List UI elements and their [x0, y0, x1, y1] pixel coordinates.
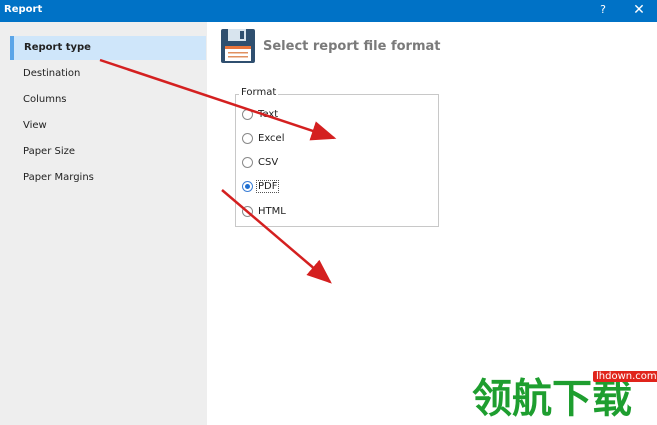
sidebar-item-destination[interactable]: Destination: [10, 62, 206, 86]
floppy-disk-icon: [221, 29, 255, 63]
radio-pdf[interactable]: [242, 180, 253, 192]
radio-label-excel: Excel: [258, 132, 285, 144]
window-title: Report: [4, 4, 43, 15]
format-option-text[interactable]: Text: [242, 106, 279, 122]
radio-text[interactable]: [242, 108, 253, 120]
radio-excel[interactable]: [242, 132, 253, 144]
radio-label-text: Text: [258, 108, 279, 120]
radio-label-csv: CSV: [258, 156, 279, 168]
radio-csv[interactable]: [242, 156, 253, 168]
close-button[interactable]: ✕: [628, 1, 650, 21]
sidebar-item-columns[interactable]: Columns: [10, 88, 206, 112]
watermark-logo-text: 领航下载: [472, 376, 632, 420]
radio-label-pdf: PDF: [255, 179, 280, 193]
watermark-url: lhdown.com: [593, 371, 657, 382]
sidebar-item-view[interactable]: View: [10, 114, 206, 138]
page-title: Select report file format: [263, 39, 441, 54]
report-dialog: Report ? ✕ Report type Destination Colum…: [0, 0, 657, 425]
title-bar: Report ? ✕: [0, 0, 657, 22]
format-option-excel[interactable]: Excel: [242, 130, 286, 146]
sidebar-item-report-type[interactable]: Report type: [10, 36, 206, 60]
format-option-html[interactable]: HTML: [242, 203, 287, 219]
sidebar-item-paper-margins[interactable]: Paper Margins: [10, 166, 206, 190]
radio-html[interactable]: [242, 205, 253, 217]
help-button[interactable]: ?: [592, 1, 614, 21]
format-option-pdf[interactable]: PDF: [242, 178, 280, 194]
sidebar-item-paper-size[interactable]: Paper Size: [10, 140, 206, 164]
format-option-csv[interactable]: CSV: [242, 154, 279, 170]
format-group-legend: Format: [239, 87, 279, 98]
radio-label-html: HTML: [258, 205, 286, 217]
